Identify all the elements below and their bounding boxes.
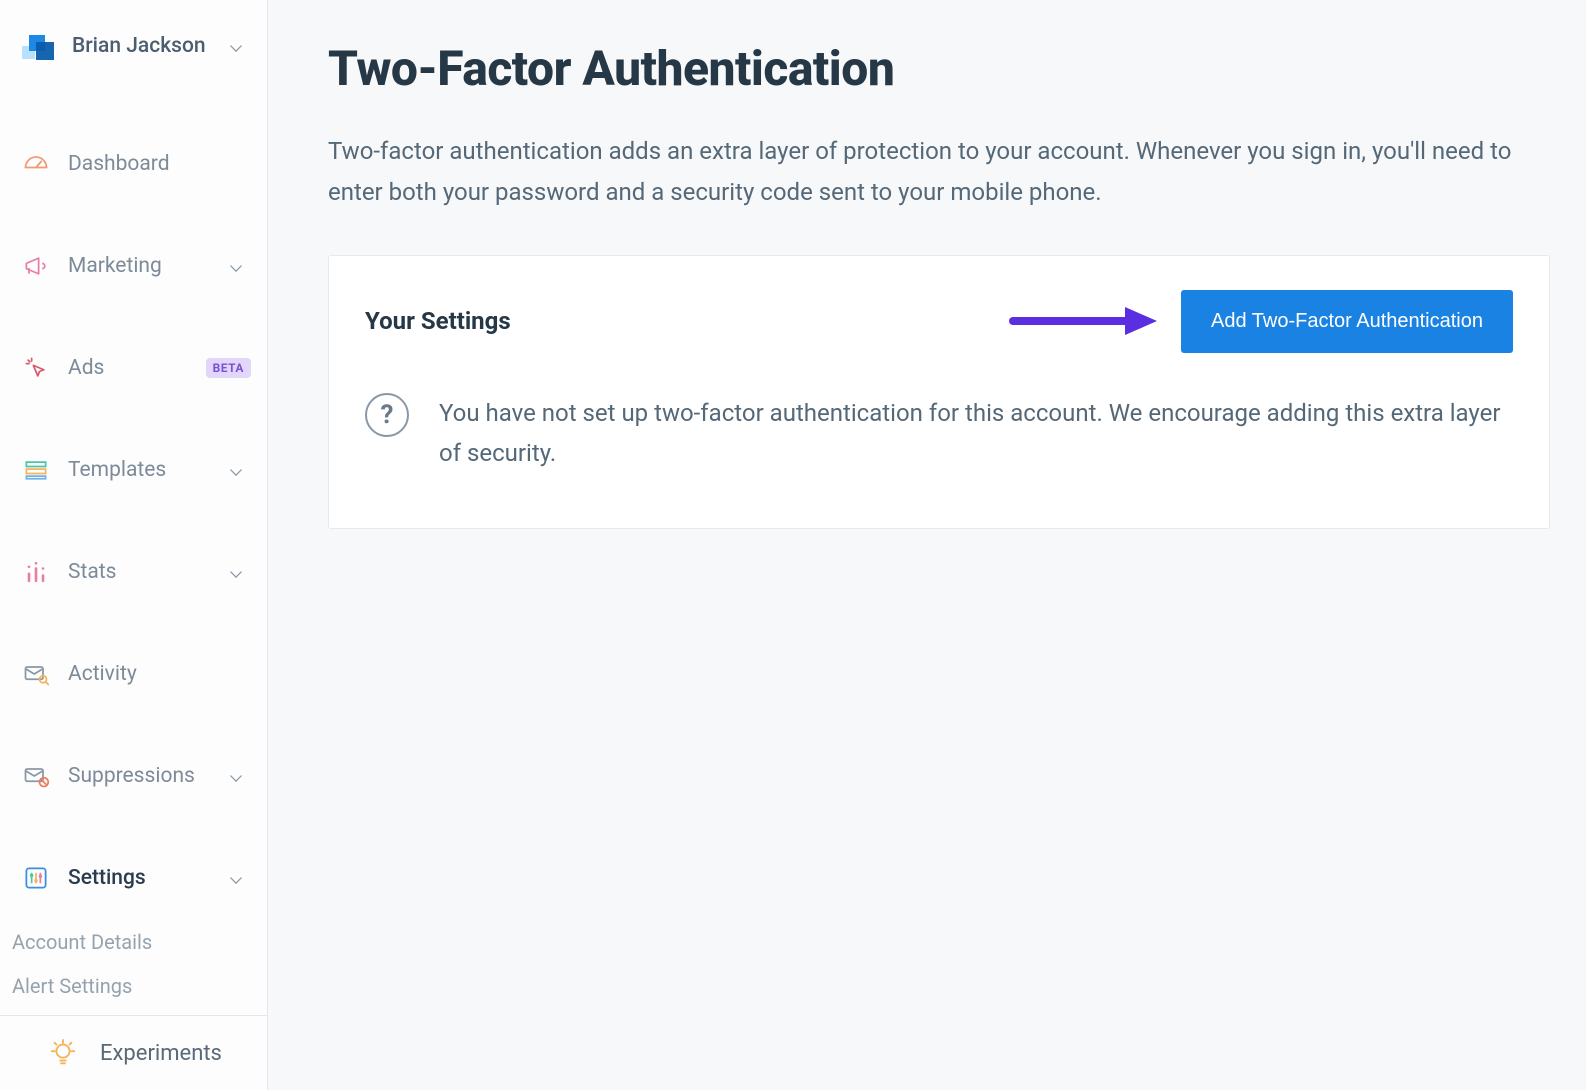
card-body: ? You have not set up two-factor authent… — [365, 393, 1513, 475]
sidebar-item-marketing[interactable]: Marketing — [0, 234, 267, 298]
templates-icon — [22, 456, 50, 484]
two-factor-settings-card: Your Settings Add Two-Factor Authenticat… — [328, 255, 1550, 530]
envelope-block-icon — [22, 762, 50, 790]
main-content: Two-Factor Authentication Two-factor aut… — [268, 0, 1586, 1090]
sidebar-item-ads[interactable]: Ads BETA — [0, 336, 267, 400]
sidebar-item-label: Stats — [68, 560, 211, 584]
settings-subnav: Account Details Alert Settings API Keys — [0, 920, 267, 1015]
sidebar-item-label: Dashboard — [68, 152, 251, 176]
sidebar-item-experiments[interactable]: Experiments — [0, 1015, 267, 1090]
bar-chart-icon — [22, 558, 50, 586]
annotation-arrow-icon — [1007, 301, 1157, 341]
card-title: Your Settings — [365, 307, 511, 335]
sidebar-item-label: Suppressions — [68, 764, 211, 788]
chevron-down-icon — [230, 770, 242, 782]
sidebar-nav: Dashboard Marketing Ads BETA — [0, 92, 267, 1015]
sidebar-subitem-alert-settings[interactable]: Alert Settings — [12, 964, 267, 1008]
chevron-down-icon — [230, 40, 242, 52]
sidebar-item-settings[interactable]: Settings — [0, 846, 267, 910]
account-switcher[interactable]: Brian Jackson — [0, 0, 267, 92]
megaphone-icon — [22, 252, 50, 280]
chevron-down-icon — [230, 872, 242, 884]
add-two-factor-button[interactable]: Add Two-Factor Authentication — [1181, 290, 1513, 353]
card-body-text: You have not set up two-factor authentic… — [439, 393, 1513, 475]
lightbulb-icon — [48, 1038, 78, 1068]
click-icon — [22, 354, 50, 382]
sidebar-item-suppressions[interactable]: Suppressions — [0, 744, 267, 808]
sidebar-item-label: Experiments — [100, 1041, 222, 1066]
chevron-down-icon — [230, 566, 242, 578]
user-name: Brian Jackson — [72, 34, 215, 58]
chevron-down-icon — [230, 260, 242, 272]
question-mark-icon: ? — [365, 393, 409, 437]
sidebar-item-label: Ads — [68, 356, 188, 380]
gauge-icon — [22, 150, 50, 178]
sidebar-item-label: Marketing — [68, 254, 211, 278]
sidebar-item-label: Activity — [68, 662, 251, 686]
card-header: Your Settings Add Two-Factor Authenticat… — [365, 290, 1513, 353]
sidebar-item-templates[interactable]: Templates — [0, 438, 267, 502]
sidebar-subitem-api-keys[interactable]: API Keys — [12, 1008, 267, 1015]
beta-badge: BETA — [206, 358, 251, 378]
sidebar-item-label: Settings — [68, 866, 211, 890]
sidebar-item-dashboard[interactable]: Dashboard — [0, 132, 267, 196]
sidebar-subitem-account-details[interactable]: Account Details — [12, 920, 267, 964]
envelope-search-icon — [22, 660, 50, 688]
brand-logo-icon — [22, 28, 58, 64]
sidebar: Brian Jackson Dashboard Marke — [0, 0, 268, 1090]
page-title: Two-Factor Authentication — [328, 40, 1550, 97]
page-description: Two-factor authentication adds an extra … — [328, 131, 1550, 213]
sidebar-item-activity[interactable]: Activity — [0, 642, 267, 706]
sliders-icon — [22, 864, 50, 892]
sidebar-item-label: Templates — [68, 458, 211, 482]
sidebar-item-stats[interactable]: Stats — [0, 540, 267, 604]
chevron-down-icon — [230, 464, 242, 476]
